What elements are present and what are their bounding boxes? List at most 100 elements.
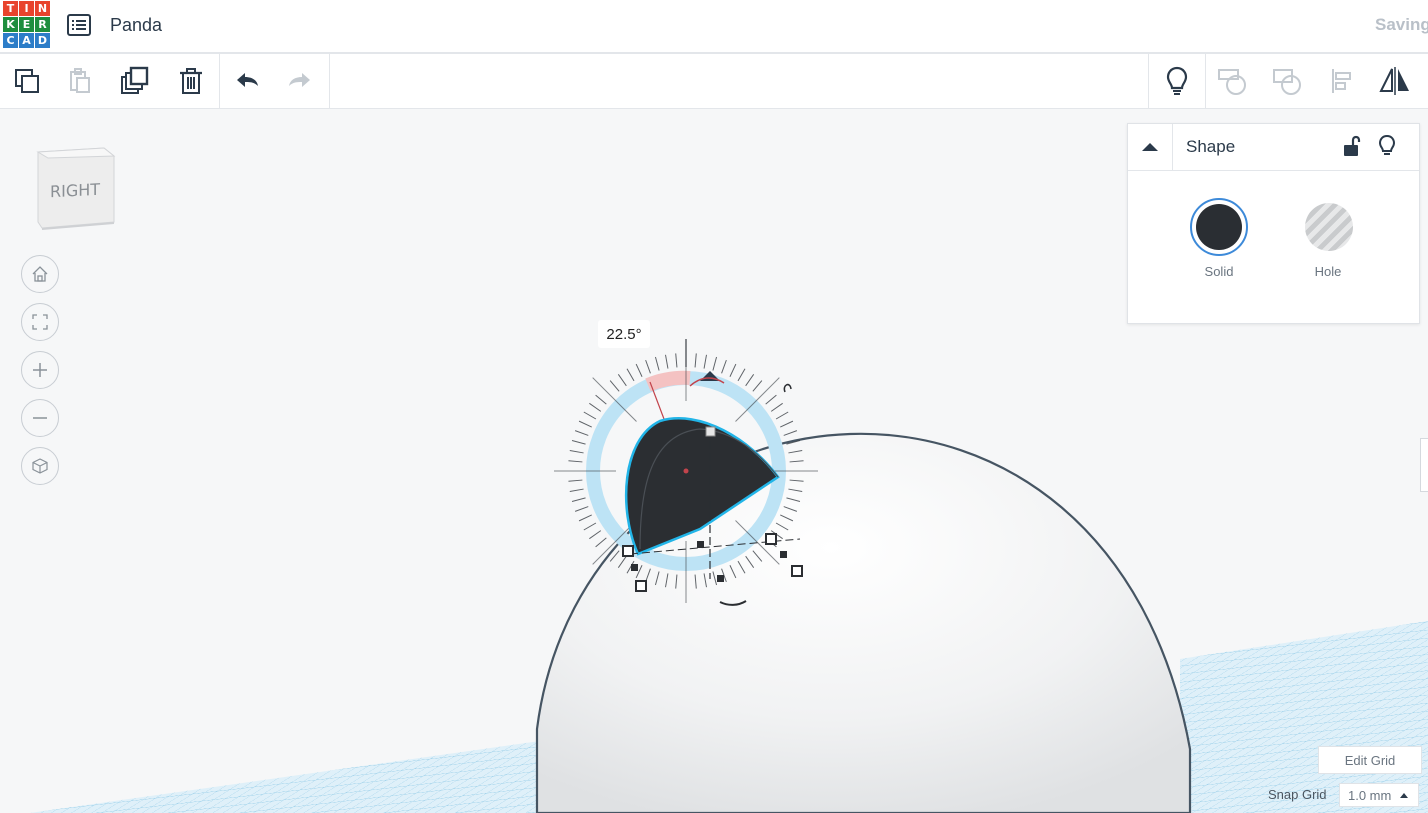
gizmo-tick <box>589 530 602 540</box>
shape-inspector-panel: Shape Solid Hole <box>1127 123 1420 324</box>
fit-view-icon <box>32 314 48 330</box>
gizmo-tick <box>589 402 602 412</box>
gizmo-tick <box>569 450 584 454</box>
align-button[interactable] <box>1326 64 1360 98</box>
plus-icon <box>33 363 47 377</box>
list-icon <box>67 14 91 36</box>
paste-button[interactable] <box>63 64 97 98</box>
logo-letter: D <box>35 33 50 48</box>
ungroup-button[interactable] <box>1270 64 1304 98</box>
edit-grid-button[interactable]: Edit Grid <box>1318 746 1422 774</box>
gizmo-tick <box>737 368 746 382</box>
undo-button[interactable] <box>230 64 264 98</box>
toolbar-divider <box>1205 54 1206 108</box>
unlock-icon <box>1344 135 1361 156</box>
top-header: T I N K E R C A D Panda Saving <box>0 0 1428 54</box>
view-cube[interactable]: RIGHT <box>30 144 120 236</box>
zoom-in-button[interactable] <box>21 351 59 389</box>
gizmo-tick <box>568 479 583 482</box>
gizmo-tick <box>578 514 592 522</box>
gizmo-tick <box>574 506 589 512</box>
home-view-button[interactable] <box>21 255 59 293</box>
gizmo-tick <box>568 460 583 463</box>
show-all-button[interactable] <box>1160 64 1194 98</box>
ungroup-icon <box>1273 69 1301 95</box>
logo-letter: A <box>19 33 34 48</box>
gizmo-tick <box>770 402 783 412</box>
logo-letter: T <box>3 1 18 16</box>
panel-title: Shape <box>1186 137 1236 156</box>
gizmo-tick <box>654 356 660 371</box>
logo-letter: C <box>3 33 18 48</box>
gizmo-tick <box>595 537 607 548</box>
undo-icon <box>237 73 258 87</box>
lock-toggle[interactable] <box>1338 132 1364 160</box>
edit-toolbar <box>0 54 1428 109</box>
fit-all-button[interactable] <box>21 303 59 341</box>
cube-icon <box>32 458 48 474</box>
design-menu-button[interactable] <box>66 12 92 38</box>
toolbar-divider <box>1148 54 1149 108</box>
gizmo-tick <box>729 363 737 377</box>
gizmo-tick <box>571 497 586 503</box>
group-button[interactable] <box>1215 64 1249 98</box>
gizmo-tick <box>635 363 643 377</box>
side-panel-tab[interactable] <box>1420 438 1428 492</box>
mirror-button[interactable] <box>1378 64 1412 98</box>
gizmo-tick <box>694 353 697 368</box>
solid-swatch[interactable] <box>1190 198 1248 256</box>
hide-toggle[interactable] <box>1374 132 1400 160</box>
mirror-icon <box>1379 67 1409 95</box>
gizmo-tick <box>569 488 584 492</box>
minus-icon <box>33 417 47 419</box>
hole-pattern <box>1305 203 1353 251</box>
hole-label: Hole <box>1314 264 1342 279</box>
tinkercad-logo[interactable]: T I N K E R C A D <box>3 1 51 49</box>
gizmo-tick <box>574 430 589 436</box>
solid-color-dot <box>1196 204 1242 250</box>
duplicate-icon <box>121 66 149 94</box>
view-cube-face: RIGHT <box>50 179 101 202</box>
redo-icon <box>289 73 310 87</box>
gizmo-tick <box>721 359 727 374</box>
toolbar-divider <box>219 54 220 108</box>
lightbulb-icon <box>1166 66 1188 95</box>
redo-button[interactable] <box>283 64 317 98</box>
gizmo-tick <box>745 374 755 387</box>
snap-grid-value: 1.0 mm <box>1348 787 1392 803</box>
gizmo-tick <box>780 420 794 428</box>
zoom-out-button[interactable] <box>21 399 59 437</box>
gizmo-tick <box>578 420 592 428</box>
project-name[interactable]: Panda <box>110 15 162 36</box>
rotation-angle-label: 22.5° <box>598 320 650 348</box>
gizmo-tick <box>595 394 607 405</box>
gizmo-tick <box>626 368 635 382</box>
gizmo-tick <box>609 380 620 392</box>
gizmo-tick <box>765 394 777 405</box>
gizmo-tick <box>675 353 678 368</box>
caret-up-icon <box>1142 143 1158 151</box>
paste-icon <box>70 68 90 93</box>
duplicate-button[interactable] <box>118 64 152 98</box>
save-status: Saving <box>1375 15 1428 34</box>
perspective-button[interactable] <box>21 447 59 485</box>
gizmo-tick <box>703 354 707 369</box>
toolbar-divider <box>329 54 330 108</box>
snap-grid-label: Snap Grid <box>1268 787 1327 802</box>
logo-letter: E <box>19 17 34 32</box>
logo-letter: R <box>35 17 50 32</box>
gizmo-tick <box>752 380 763 392</box>
panel-header: Shape <box>1128 124 1419 171</box>
gizmo-tick <box>665 354 669 369</box>
copy-icon <box>15 69 39 93</box>
copy-button[interactable] <box>10 64 44 98</box>
trash-icon <box>180 68 202 94</box>
gizmo-tick <box>583 522 597 531</box>
gizmo-tick <box>775 411 789 420</box>
snap-grid-select[interactable]: 1.0 mm <box>1339 783 1419 807</box>
collapse-panel-button[interactable] <box>1128 124 1173 170</box>
caret-up-icon <box>1400 793 1409 798</box>
delete-button[interactable] <box>174 64 208 98</box>
logo-letter: I <box>19 1 34 16</box>
hole-swatch[interactable] <box>1300 198 1358 256</box>
